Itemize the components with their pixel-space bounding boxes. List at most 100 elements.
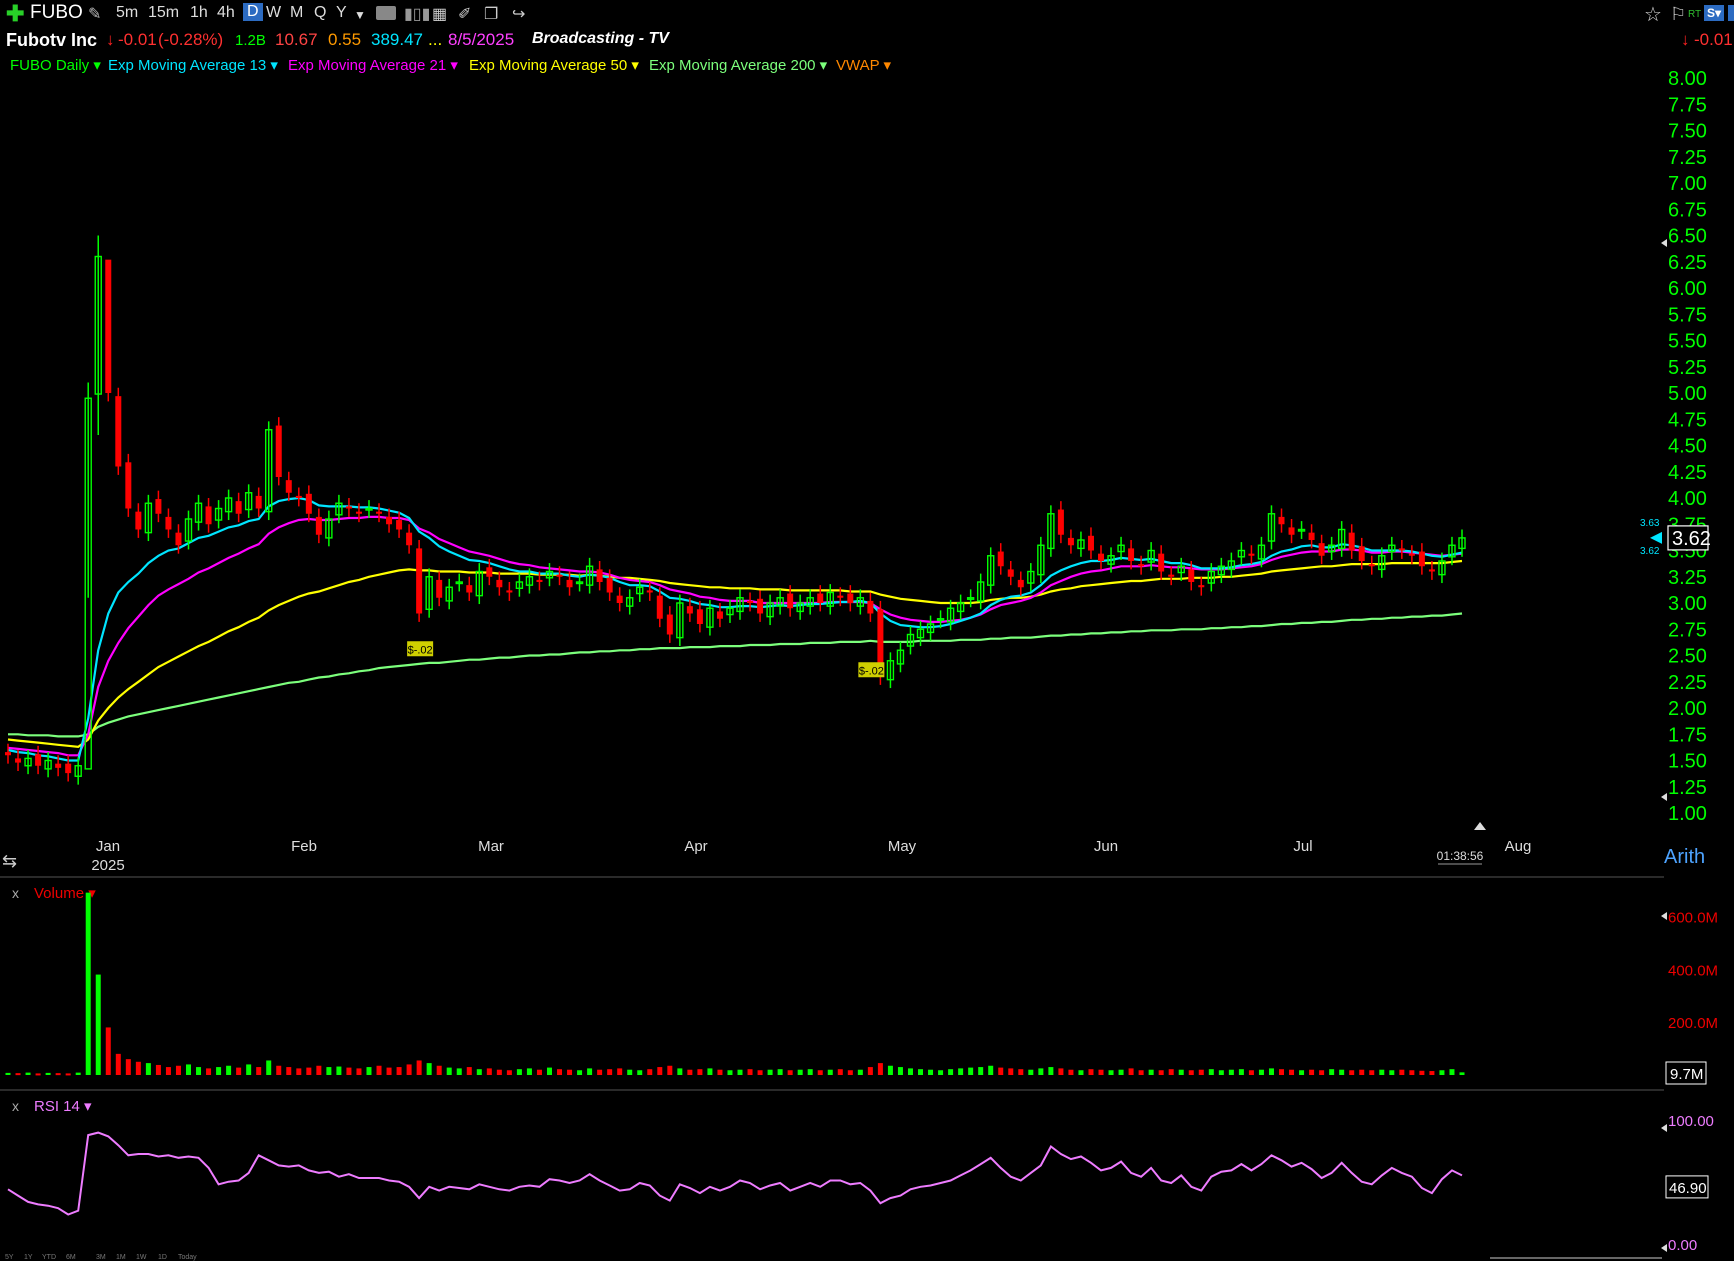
volume-bar: [95, 974, 101, 1075]
volume-bar: [135, 1061, 141, 1075]
candle-body: [155, 499, 162, 514]
candle-body: [205, 506, 212, 525]
range-button-7[interactable]: 1D: [158, 1254, 167, 1261]
volume-bar: [496, 1069, 502, 1075]
candle-body: [686, 606, 693, 614]
candle-body: [355, 511, 362, 514]
candle-body: [1017, 579, 1024, 588]
volume-bar: [1198, 1069, 1204, 1075]
candle-body: [1198, 585, 1205, 588]
rsi-pane: x RSI 14 ▾ 100.00 0.00 46.90 5Y 1Y YTD 6M 3M 1M 1W 1…: [5, 1098, 1714, 1261]
ema21-tag: 3.62: [1640, 546, 1660, 557]
volume-bar: [907, 1068, 913, 1075]
volume-bar: [486, 1068, 492, 1075]
range-button-5[interactable]: 1M: [116, 1254, 126, 1261]
candle-body: [1368, 564, 1375, 567]
candle-body: [315, 516, 322, 535]
scale-mode-label[interactable]: Arith: [1664, 846, 1705, 868]
date-label: Mar: [478, 838, 504, 855]
volume-bar: [35, 1073, 41, 1076]
reset-zoom-icon[interactable]: ⇆: [2, 851, 17, 872]
range-button-3[interactable]: 6M: [66, 1254, 76, 1261]
range-button-4[interactable]: 3M: [96, 1254, 106, 1261]
volume-bar: [236, 1067, 242, 1075]
candle-body: [1358, 546, 1365, 561]
close-pane-icon[interactable]: x: [12, 885, 19, 901]
volume-bar: [847, 1070, 853, 1075]
volume-bar: [1158, 1070, 1164, 1075]
candle-body: [606, 577, 613, 593]
current-time-marker-icon: [1474, 822, 1486, 830]
volume-bar: [536, 1069, 542, 1075]
rsi-pane-title[interactable]: RSI 14 ▾: [34, 1098, 92, 1115]
volume-bar: [516, 1069, 522, 1075]
volume-bar: [827, 1069, 833, 1075]
volume-bar: [647, 1069, 653, 1075]
price-tick-label: 1.25: [1668, 777, 1707, 799]
candle-body: [696, 609, 703, 624]
candle-body: [1188, 569, 1195, 582]
range-button-6[interactable]: 1W: [136, 1254, 147, 1261]
price-tick-label: 4.25: [1668, 462, 1707, 484]
volume-bar: [256, 1067, 262, 1075]
price-tick-label: 4.75: [1668, 409, 1707, 431]
volume-bar: [165, 1067, 171, 1075]
candle-body: [386, 516, 393, 525]
volume-bar: [406, 1064, 412, 1075]
volume-bar: [1228, 1069, 1234, 1075]
price-tick-label: 2.25: [1668, 672, 1707, 694]
volume-bar: [587, 1068, 593, 1075]
candle-body: [997, 551, 1004, 567]
volume-bar: [958, 1068, 964, 1075]
volume-bar: [216, 1067, 222, 1075]
candle-body: [867, 600, 874, 614]
close-pane-icon[interactable]: x: [12, 1098, 19, 1114]
ema50-line: [7, 559, 1463, 749]
volume-bar: [286, 1067, 292, 1075]
volume-bar: [466, 1067, 472, 1075]
candle-body: [656, 595, 663, 619]
candle-body: [716, 611, 723, 619]
chart-area[interactable]: 8.00 7.75 7.50 7.25 7.00 6.75 6.50 6.25 6.00 5.75…: [0, 0, 1734, 1261]
volume-bar: [55, 1073, 61, 1076]
price-tick-label: 3.00: [1668, 593, 1707, 615]
volume-bar: [887, 1065, 893, 1075]
volume-last-value: 9.7M: [1670, 1066, 1703, 1083]
volume-bar: [1058, 1068, 1064, 1075]
volume-bar: [1268, 1068, 1274, 1075]
price-tick-label: 5.00: [1668, 383, 1707, 405]
range-button-8[interactable]: Today: [178, 1254, 197, 1261]
price-tick-label: 7.25: [1668, 147, 1707, 169]
volume-bar: [657, 1067, 663, 1075]
volume-bar: [1168, 1069, 1174, 1075]
range-button-2[interactable]: YTD: [42, 1254, 56, 1261]
volume-bar: [1088, 1069, 1094, 1075]
volume-bar: [1309, 1069, 1315, 1075]
volume-bar: [1339, 1069, 1345, 1075]
volume-bar: [296, 1068, 302, 1075]
volume-tick-label: 200.0M: [1668, 1015, 1718, 1032]
candle-body: [35, 754, 42, 766]
price-tick-label: 4.00: [1668, 488, 1707, 510]
volume-bar: [988, 1065, 994, 1075]
volume-bar: [1379, 1069, 1385, 1075]
date-label: Feb: [291, 838, 317, 855]
range-button-1[interactable]: 1Y: [24, 1254, 33, 1261]
volume-bar: [1349, 1070, 1355, 1075]
candle-body: [396, 520, 403, 530]
volume-bar: [1118, 1069, 1124, 1075]
volume-bar: [1389, 1070, 1395, 1075]
volume-bar: [1138, 1070, 1144, 1075]
volume-bar: [396, 1067, 402, 1075]
volume-bar: [1439, 1070, 1445, 1075]
volume-bar: [1319, 1070, 1325, 1075]
scale-marker-icon: [1661, 793, 1667, 801]
range-button-0[interactable]: 5Y: [5, 1254, 14, 1261]
candle-body: [666, 614, 673, 635]
candle-body: [1098, 553, 1105, 561]
volume-bar: [1248, 1070, 1254, 1075]
scale-marker-icon: [1661, 239, 1667, 247]
candle-body: [566, 579, 573, 588]
volume-bar: [948, 1069, 954, 1075]
candle-body: [1248, 553, 1255, 556]
